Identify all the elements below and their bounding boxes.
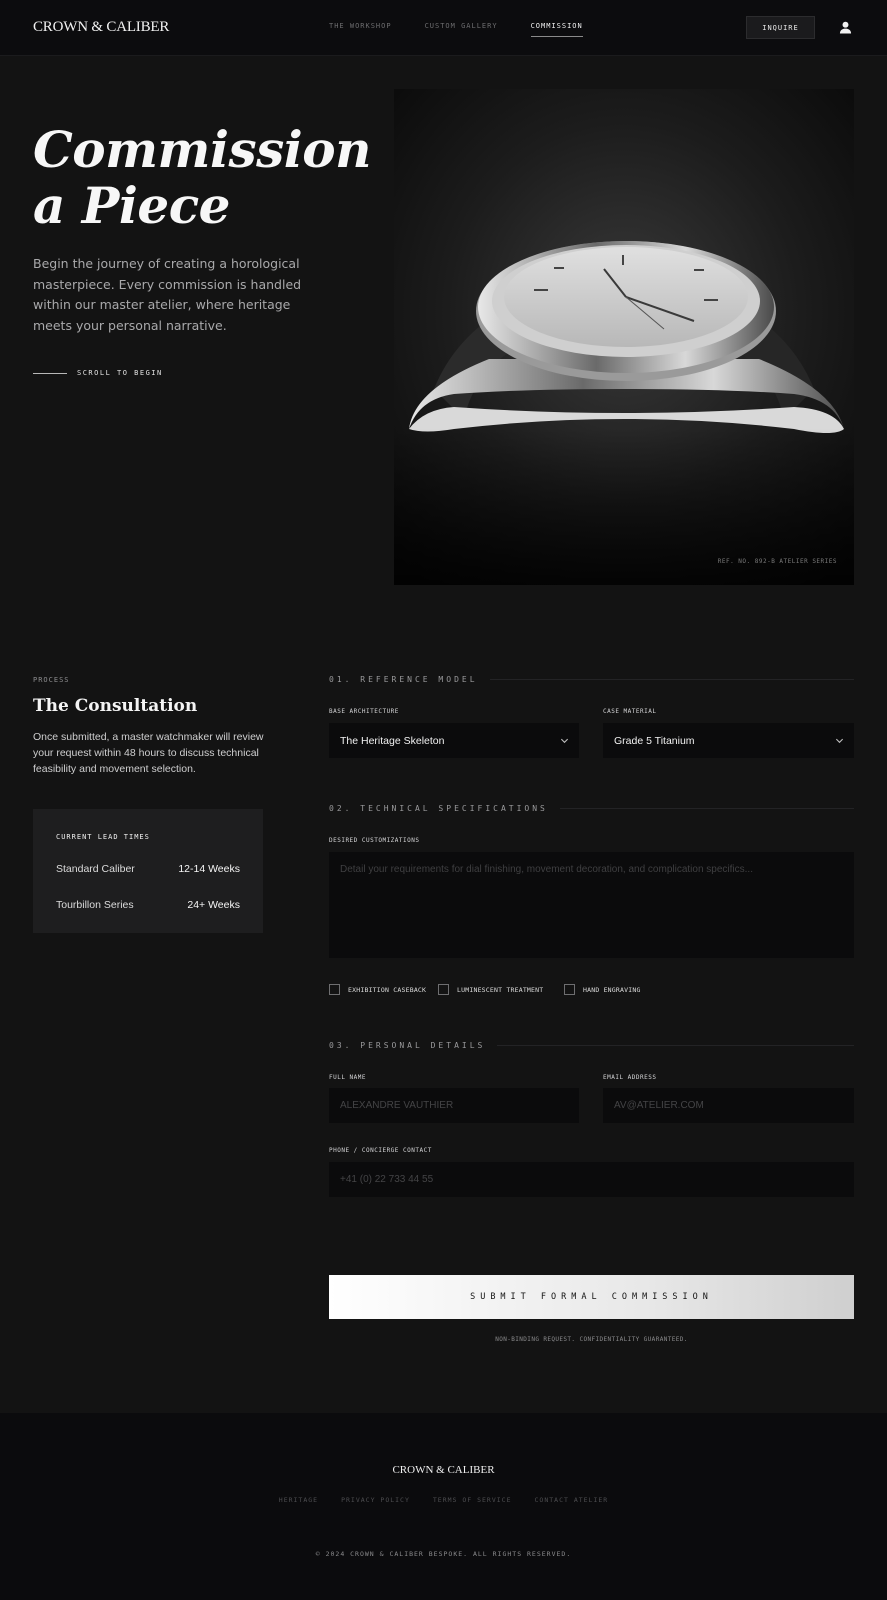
page-title-line-1: Commission — [33, 120, 371, 179]
lead-times-title: CURRENT LEAD TIMES — [56, 833, 150, 841]
checkbox[interactable] — [329, 984, 340, 995]
case-material-value: Grade 5 Titanium — [614, 734, 695, 747]
base-architecture-value: The Heritage Skeleton — [340, 734, 445, 747]
footer-link-privacy[interactable]: PRIVACY POLICY — [341, 1496, 410, 1504]
submit-commission-button[interactable]: SUBMIT FORMAL COMMISSION — [329, 1275, 854, 1319]
hero-intro: Begin the journey of creating a horologi… — [33, 256, 302, 333]
section-rule — [489, 679, 854, 680]
case-material-label: CASE MATERIAL — [603, 708, 657, 715]
lead-time-row: Standard Caliber 12-14 Weeks — [56, 863, 240, 875]
checkbox[interactable] — [438, 984, 449, 995]
footer-copyright: © 2024 CROWN & CALIBER BESPOKE. ALL RIGH… — [315, 1550, 572, 1558]
consultation-body: Once submitted, a master watchmaker will… — [33, 731, 264, 775]
watch-photo — [394, 89, 854, 585]
lead-times-card: CURRENT LEAD TIMES Standard Caliber 12-1… — [33, 809, 263, 933]
process-eyebrow: PROCESS — [33, 676, 70, 684]
email-input[interactable]: AV@ATELIER.COM — [603, 1088, 854, 1123]
page-title: Commission a Piece — [33, 122, 371, 235]
consultation-title: The Consultation — [33, 696, 198, 716]
inquire-button[interactable]: INQUIRE — [746, 16, 815, 39]
lead-time-value: 12-14 Weeks — [178, 863, 240, 875]
full-name-input[interactable]: ALEXANDRE VAUTHIER — [329, 1088, 579, 1123]
chevron-down-icon — [835, 738, 844, 744]
page-title-line-2: a Piece — [33, 176, 230, 235]
option-label: LUMINESCENT TREATMENT — [457, 985, 544, 994]
lead-time-name: Tourbillon Series — [56, 899, 134, 911]
section-rule — [559, 808, 854, 809]
option-exhibition-caseback[interactable]: EXHIBITION CASEBACK — [329, 984, 426, 995]
footer-links: HERITAGE PRIVACY POLICY TERMS OF SERVICE… — [0, 1496, 887, 1504]
customizations-textarea[interactable]: Detail your requirements for dial finish… — [329, 852, 854, 958]
site-footer: CROWN & CALIBER HERITAGE PRIVACY POLICY … — [0, 1413, 887, 1600]
section-technical-specifications: 02. TECHNICAL SPECIFICATIONS — [329, 804, 854, 813]
nav-custom-gallery[interactable]: CUSTOM GALLERY — [425, 22, 498, 37]
chevron-down-icon — [560, 738, 569, 744]
nav-commission[interactable]: COMMISSION — [530, 22, 583, 37]
lead-time-value: 24+ Weeks — [187, 899, 240, 911]
option-label: HAND ENGRAVING — [583, 985, 641, 994]
section-heading: 02. TECHNICAL SPECIFICATIONS — [329, 804, 548, 813]
footer-link-terms[interactable]: TERMS OF SERVICE — [433, 1496, 512, 1504]
site-logo[interactable]: CROWN & CALIBER — [33, 19, 169, 36]
lead-time-row: Tourbillon Series 24+ Weeks — [56, 899, 240, 911]
full-name-label: FULL NAME — [329, 1074, 367, 1081]
customizations-label: DESIRED CUSTOMIZATIONS — [329, 837, 420, 844]
lead-time-name: Standard Caliber — [56, 863, 135, 875]
section-heading: 03. PERSONAL DETAILS — [329, 1041, 486, 1050]
base-architecture-label: BASE ARCHITECTURE — [329, 708, 399, 715]
section-personal-details: 03. PERSONAL DETAILS — [329, 1041, 854, 1050]
option-luminescent-treatment[interactable]: LUMINESCENT TREATMENT — [438, 984, 543, 995]
site-header: CROWN & CALIBER THE WORKSHOP CUSTOM GALL… — [0, 0, 887, 56]
image-caption: REF. NO. 892-B ATELIER SERIES — [717, 558, 837, 565]
checkbox[interactable] — [564, 984, 575, 995]
scroll-line-divider — [33, 373, 67, 374]
case-material-select[interactable]: Grade 5 Titanium — [603, 723, 854, 758]
footer-logo[interactable]: CROWN & CALIBER — [0, 1464, 887, 1476]
hero-watch-image: REF. NO. 892-B ATELIER SERIES — [394, 89, 854, 585]
scroll-to-begin-link[interactable]: SCROLL TO BEGIN — [77, 369, 163, 377]
submit-note: NON-BINDING REQUEST. CONFIDENTIALITY GUA… — [495, 1336, 688, 1343]
footer-link-contact[interactable]: CONTACT ATELIER — [535, 1496, 609, 1504]
section-reference-model: 01. REFERENCE MODEL — [329, 675, 854, 684]
email-label: EMAIL ADDRESS — [603, 1074, 657, 1081]
nav-workshop[interactable]: THE WORKSHOP — [329, 22, 392, 37]
phone-label: PHONE / CONCIERGE CONTACT — [329, 1147, 432, 1154]
option-label: EXHIBITION CASEBACK — [348, 985, 427, 994]
base-architecture-select[interactable]: The Heritage Skeleton — [329, 723, 579, 758]
footer-link-heritage[interactable]: HERITAGE — [279, 1496, 318, 1504]
main-nav: THE WORKSHOP CUSTOM GALLERY COMMISSION — [329, 22, 616, 37]
section-rule — [497, 1045, 854, 1046]
section-heading: 01. REFERENCE MODEL — [329, 675, 478, 684]
user-icon[interactable] — [839, 21, 852, 34]
option-hand-engraving[interactable]: HAND ENGRAVING — [564, 984, 641, 995]
phone-input[interactable]: +41 (0) 22 733 44 55 — [329, 1162, 854, 1197]
